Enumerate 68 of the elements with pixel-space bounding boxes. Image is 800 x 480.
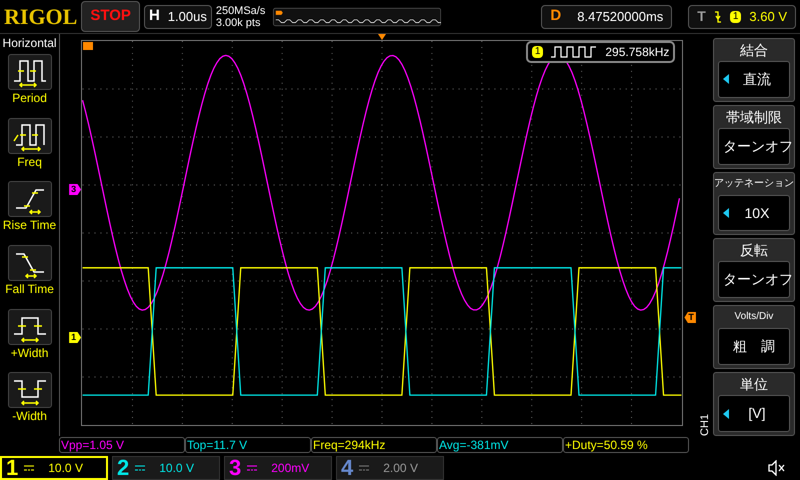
square-wave-icon xyxy=(551,46,598,58)
channel-scale: 10.0 V xyxy=(159,460,194,477)
menu-softkey[interactable]: 帯域制限 ターンオフ xyxy=(712,104,795,169)
softkey-title: 帯域制限 xyxy=(726,108,782,127)
memory-depth: 3.00k pts xyxy=(216,16,262,28)
softkey-value: [V] xyxy=(747,404,767,424)
softkey-title: 反転 xyxy=(740,241,768,260)
caret-icon xyxy=(722,408,729,419)
caret-icon xyxy=(722,74,729,84)
menu-softkey[interactable]: 単位 [V] xyxy=(712,372,795,436)
menu-softkey[interactable]: Volts/Div 粗 調 xyxy=(712,305,795,370)
softkey-value: 直流 xyxy=(742,70,772,89)
trigger-level: 3.60 V xyxy=(749,8,787,26)
timebase-panel[interactable]: H 1.00us xyxy=(144,4,212,28)
trigger-panel[interactable]: T 1 3.60 V xyxy=(688,4,796,28)
timebase-label: H xyxy=(148,6,160,26)
trigger-position-icon xyxy=(83,42,94,50)
measurement-readout: Vpp=1.05 V xyxy=(59,437,185,453)
timebase-value: 1.00us xyxy=(168,8,207,26)
softkey-value: ターンオフ xyxy=(722,136,793,156)
softkey-value: 粗 調 xyxy=(732,337,776,356)
trigger-source: 1 xyxy=(730,10,742,22)
channel-number: 4 xyxy=(341,457,354,479)
softkey-title: アッテネーション xyxy=(714,176,794,191)
measurement-readout: Top=11.7 V xyxy=(185,437,311,453)
dc-coupling-icon xyxy=(24,465,34,471)
channel-scale: 10.0 V xyxy=(48,460,83,477)
channel-status[interactable]: 1 10.0 V xyxy=(0,456,108,480)
measurement-readout: +Duty=50.59 % xyxy=(563,437,689,453)
counter-channel: 1 xyxy=(532,46,544,58)
dc-coupling-icon xyxy=(359,465,370,471)
channel-status[interactable]: 4 2.00 V xyxy=(336,456,444,480)
channel-scale: 2.00 V xyxy=(383,460,418,477)
menu-softkey[interactable]: 結合 直流 xyxy=(712,38,795,102)
dc-coupling-icon xyxy=(135,465,146,471)
channel-level-marker[interactable]: 1 xyxy=(69,332,82,343)
channel-status[interactable]: 2 10.0 V xyxy=(112,456,220,480)
counter-value: 295.758kHz xyxy=(605,44,670,61)
softkey-title: 結合 xyxy=(740,41,768,60)
channel-status[interactable]: 3 200mV xyxy=(224,456,332,480)
run-status[interactable]: STOP xyxy=(81,1,140,32)
menu-softkey[interactable]: アッテネーション 10X xyxy=(712,172,795,236)
delay-label: D xyxy=(550,6,562,26)
softkey-value: ターンオフ xyxy=(722,270,793,290)
softkey-title: 単位 xyxy=(740,375,768,394)
delay-value: 8.47520000ms xyxy=(577,8,664,26)
measure-button[interactable]: Rise Time xyxy=(2,181,56,246)
dc-coupling-icon xyxy=(247,465,258,471)
speaker-muted-icon[interactable] xyxy=(768,460,786,476)
softkey-title: Volts/Div xyxy=(734,310,774,324)
channel-number: 2 xyxy=(117,457,130,479)
channel-level-marker[interactable]: 3 xyxy=(69,184,82,195)
channel-scale: 200mV xyxy=(271,460,310,477)
measurement-readout: Freq=294kHz xyxy=(311,437,437,453)
channel-tab[interactable]: CH1 xyxy=(696,54,714,436)
channel-number: 1 xyxy=(6,457,18,479)
channel-number: 3 xyxy=(229,457,242,479)
trigger-level-marker[interactable]: T xyxy=(684,312,696,323)
falling-edge-icon xyxy=(714,10,722,22)
caret-icon xyxy=(722,208,729,218)
sample-rate: 250MSa/s xyxy=(216,4,266,16)
menu-softkey[interactable]: 反転 ターンオフ xyxy=(712,238,795,302)
measurement-readout: Avg=-381mV xyxy=(437,437,563,453)
brand-logo: RIGOL xyxy=(4,3,78,31)
menu-title: Horizontal xyxy=(2,36,57,50)
softkey-value: 10X xyxy=(744,204,770,223)
trigger-label: T xyxy=(697,7,706,26)
delay-panel[interactable]: D 8.47520000ms xyxy=(541,4,672,28)
